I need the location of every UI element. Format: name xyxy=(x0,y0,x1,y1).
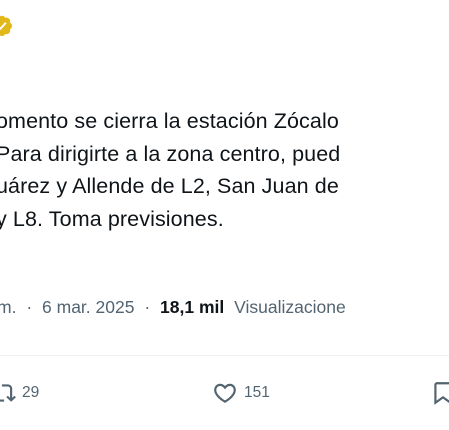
meta-separator: · xyxy=(26,297,33,317)
tweet-text: omento se cierra la estación Zócalo Para… xyxy=(0,105,449,235)
tweet-text-line: omento se cierra la estación Zócalo xyxy=(0,109,339,133)
bookmark-icon xyxy=(430,380,449,406)
tweet-text-line: uárez y Allende de L2, San Juan de xyxy=(0,174,339,198)
retweet-button[interactable]: 29 xyxy=(0,377,39,409)
like-count: 151 xyxy=(244,384,270,401)
views-label[interactable]: Visualizacione xyxy=(234,297,346,317)
tweet-detail: omento se cierra la estación Zócalo Para… xyxy=(0,0,449,430)
heart-icon xyxy=(212,380,238,406)
views-count[interactable]: 18,1 mil xyxy=(160,297,224,317)
bookmark-button[interactable] xyxy=(430,377,449,409)
retweet-count: 29 xyxy=(22,384,40,401)
tweet-time[interactable]: m. xyxy=(0,297,16,317)
tweet-date[interactable]: 6 mar. 2025 xyxy=(42,297,134,317)
tweet-meta: m. · 6 mar. 2025 · 18,1 mil Visualizacio… xyxy=(0,293,449,321)
tweet-text-line: Para dirigirte a la zona centro, pued xyxy=(0,141,341,166)
tweet-text-line: y L8. Toma previsiones. xyxy=(0,206,224,231)
meta-separator: · xyxy=(144,297,151,317)
verified-badge-icon xyxy=(0,14,16,40)
divider xyxy=(0,355,449,356)
like-button[interactable]: 151 xyxy=(212,377,270,409)
retweet-icon xyxy=(0,380,16,406)
